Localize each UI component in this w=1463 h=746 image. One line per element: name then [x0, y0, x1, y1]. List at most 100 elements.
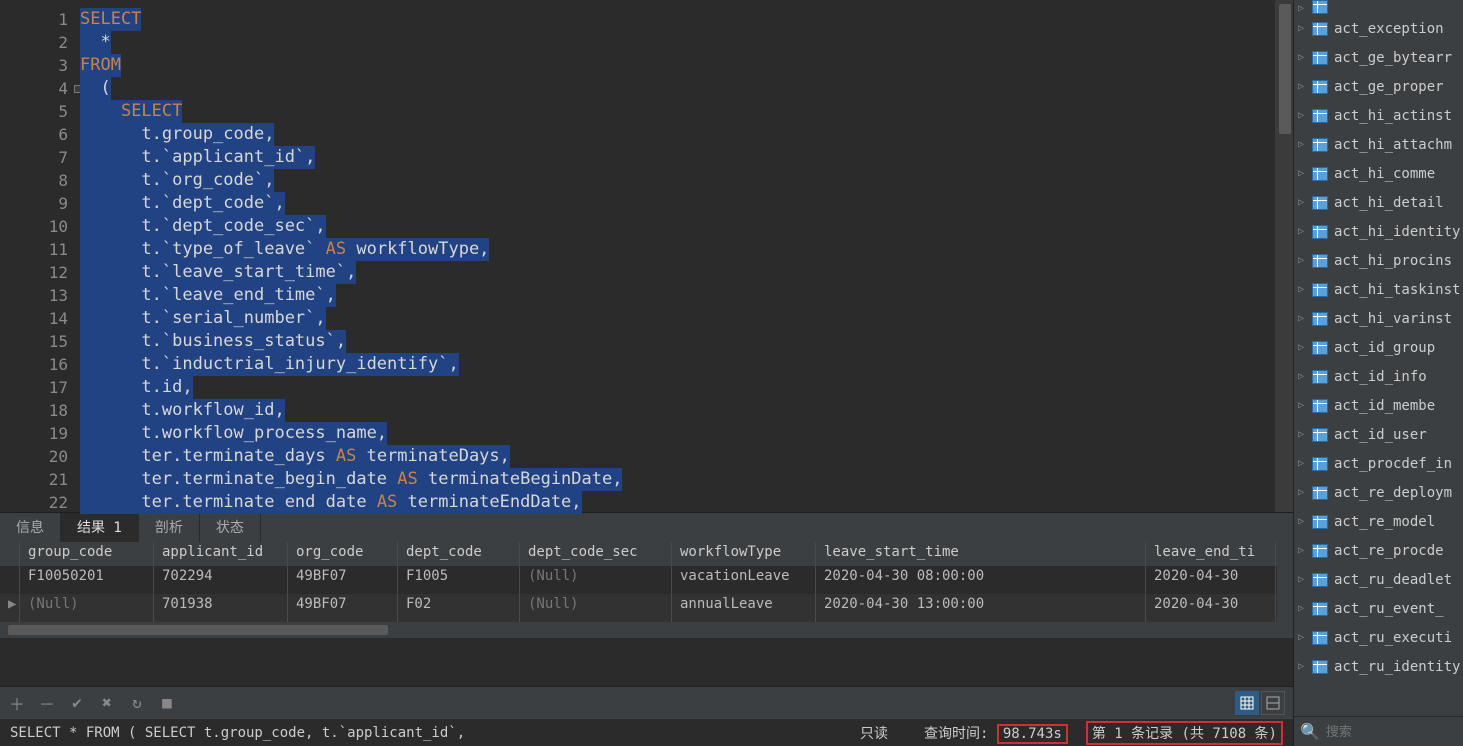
table-act_ru_identity[interactable]: ▷act_ru_identity [1294, 652, 1463, 681]
form-view-button[interactable] [1261, 691, 1285, 715]
chevron-right-icon: ▷ [1298, 52, 1312, 63]
tab-状态[interactable]: 状态 [200, 513, 261, 542]
chevron-right-icon: ▷ [1298, 371, 1312, 382]
status-mode: 只读 [842, 723, 906, 743]
table-act_hi_taskinst[interactable]: ▷act_hi_taskinst [1294, 275, 1463, 304]
chevron-right-icon: ▷ [1298, 516, 1312, 527]
table-act_id_user[interactable]: ▷act_id_user [1294, 420, 1463, 449]
col-leave_end_ti[interactable]: leave_end_ti [1146, 542, 1276, 566]
query-time-highlight: 98.743s [997, 724, 1068, 744]
table-icon [1312, 370, 1328, 384]
chevron-right-icon: ▷ [1298, 139, 1312, 150]
refresh-icon[interactable]: ↻ [128, 694, 146, 712]
editor-scrollbar[interactable] [1275, 0, 1293, 512]
chevron-right-icon: ▷ [1298, 197, 1312, 208]
chevron-right-icon: ▷ [1298, 284, 1312, 295]
table-act_re_deploym[interactable]: ▷act_re_deploym [1294, 478, 1463, 507]
table-icon [1312, 631, 1328, 645]
grid-view-button[interactable] [1235, 691, 1259, 715]
status-bar: SELECT * FROM ( SELECT t.group_code, t.`… [0, 718, 1293, 746]
col-leave_start_time[interactable]: leave_start_time [816, 542, 1146, 566]
table-act_exception[interactable]: ▷act_exception [1294, 14, 1463, 43]
table-act_hi_varinst[interactable]: ▷act_hi_varinst [1294, 304, 1463, 333]
table-act_re_model[interactable]: ▷act_re_model [1294, 507, 1463, 536]
col-workflowType[interactable]: workflowType [672, 542, 816, 566]
table-act_ru_event_[interactable]: ▷act_ru_event_ [1294, 594, 1463, 623]
table-act_id_group[interactable]: ▷act_id_group [1294, 333, 1463, 362]
table-act_ge_proper[interactable]: ▷act_ge_proper [1294, 72, 1463, 101]
chevron-right-icon: ▷ [1298, 110, 1312, 121]
table-act_re_procde[interactable]: ▷act_re_procde [1294, 536, 1463, 565]
table-icon [1312, 109, 1328, 123]
stop-icon[interactable]: ■ [158, 694, 176, 712]
grid-scrollbar-v[interactable] [1277, 566, 1293, 622]
tab-结果 1[interactable]: 结果 1 [61, 513, 139, 542]
cancel-icon[interactable]: ✖ [98, 694, 116, 712]
table-icon [1312, 341, 1328, 355]
status-query-time: 查询时间: 98.743s [906, 723, 1086, 743]
table-act_ge_bytearr[interactable]: ▷act_ge_bytearr [1294, 43, 1463, 72]
table-icon [1312, 283, 1328, 297]
result-grid: group_codeapplicant_idorg_codedept_coded… [0, 542, 1293, 686]
table-icon [1312, 22, 1328, 36]
table-icon [1312, 254, 1328, 268]
add-row-icon[interactable]: ＋ [8, 694, 26, 712]
table-icon [1312, 196, 1328, 210]
table-icon [1312, 80, 1328, 94]
table-icon [1312, 544, 1328, 558]
table-icon [1312, 167, 1328, 181]
table-act_id_info[interactable]: ▷act_id_info [1294, 362, 1463, 391]
search-icon: 🔍 [1300, 722, 1320, 741]
chevron-right-icon: ▷ [1298, 545, 1312, 556]
grid-body: F1005020170229449BF07F1005(Null)vacation… [0, 566, 1293, 622]
table-act_hi_identity[interactable]: ▷act_hi_identity [1294, 217, 1463, 246]
col-org_code[interactable]: org_code [288, 542, 398, 566]
grid-toolbar: ＋ － ✔ ✖ ↻ ■ [0, 686, 1293, 718]
tab-剖析[interactable]: 剖析 [139, 513, 200, 542]
col-dept_code[interactable]: dept_code [398, 542, 520, 566]
status-record-count: 第 1 条记录 (共 7108 条) [1086, 721, 1283, 745]
remove-row-icon[interactable]: － [38, 694, 56, 712]
table-act_hi_actinst[interactable]: ▷act_hi_actinst [1294, 101, 1463, 130]
table-icon [1312, 457, 1328, 471]
code-area[interactable]: SELECT *FROM ( SELECT t.group_code, t.`a… [80, 0, 1293, 512]
table-sidebar: ▷ ▷act_exception▷act_ge_bytearr▷act_ge_pr… [1293, 0, 1463, 746]
table-row[interactable]: F1005020170229449BF07F1005(Null)vacation… [0, 566, 1293, 594]
table-act_hi_procins[interactable]: ▷act_hi_procins [1294, 246, 1463, 275]
table-icon [1312, 225, 1328, 239]
table-act_ru_executi[interactable]: ▷act_ru_executi [1294, 623, 1463, 652]
apply-icon[interactable]: ✔ [68, 694, 86, 712]
grid-header: group_codeapplicant_idorg_codedept_coded… [0, 542, 1293, 566]
chevron-right-icon: ▷ [1298, 458, 1312, 469]
chevron-right-icon: ▷ [1298, 81, 1312, 92]
chevron-right-icon: ▷ [1298, 603, 1312, 614]
col-group_code[interactable]: group_code [20, 542, 154, 566]
grid-scrollbar-h[interactable] [0, 622, 1293, 638]
result-tabs: 信息结果 1剖析状态 [0, 512, 1293, 542]
table-act_procdef_in[interactable]: ▷act_procdef_in [1294, 449, 1463, 478]
table-icon [1312, 51, 1328, 65]
status-sql: SELECT * FROM ( SELECT t.group_code, t.`… [10, 725, 842, 741]
table-icon [1312, 486, 1328, 500]
table-act_id_membe[interactable]: ▷act_id_membe [1294, 391, 1463, 420]
chevron-right-icon: ▷ [1298, 429, 1312, 440]
table-icon [1312, 602, 1328, 616]
table-act_hi_comme[interactable]: ▷act_hi_comme [1294, 159, 1463, 188]
table-act_ru_deadlet[interactable]: ▷act_ru_deadlet [1294, 565, 1463, 594]
sql-editor[interactable]: 12345678910111213141516171819202122 SELE… [0, 0, 1293, 512]
search-input[interactable] [1326, 724, 1463, 739]
table-icon [1312, 573, 1328, 587]
tab-信息[interactable]: 信息 [0, 513, 61, 542]
table-act_hi_attachm[interactable]: ▷act_hi_attachm [1294, 130, 1463, 159]
chevron-right-icon: ▷ [1298, 226, 1312, 237]
table-icon [1312, 399, 1328, 413]
col-applicant_id[interactable]: applicant_id [154, 542, 288, 566]
col-dept_code_sec[interactable]: dept_code_sec [520, 542, 672, 566]
chevron-right-icon: ▷ [1298, 168, 1312, 179]
chevron-right-icon: ▷ [1298, 400, 1312, 411]
chevron-right-icon: ▷ [1298, 574, 1312, 585]
table-act_hi_detail[interactable]: ▷act_hi_detail [1294, 188, 1463, 217]
table-tree: ▷ ▷act_exception▷act_ge_bytearr▷act_ge_pr… [1294, 0, 1463, 716]
table-row[interactable]: ▶(Null)70193849BF07F02(Null)annualLeave2… [0, 594, 1293, 622]
sidebar-search: 🔍 [1294, 716, 1463, 746]
